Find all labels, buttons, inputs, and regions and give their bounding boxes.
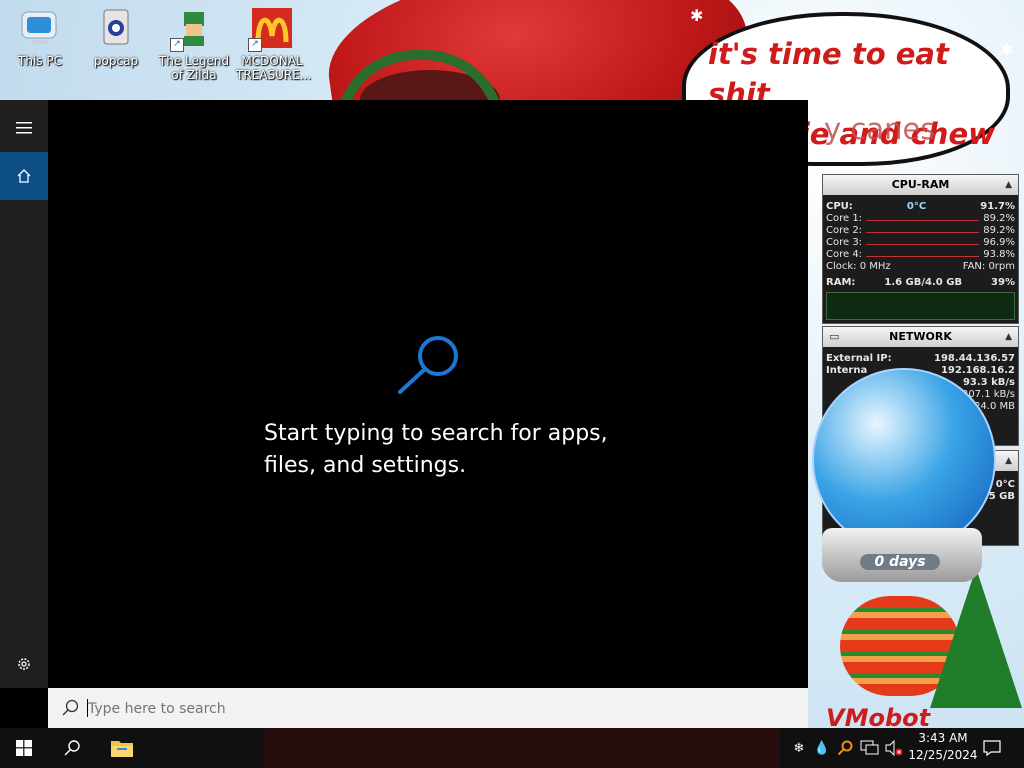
popcap-icon: [94, 6, 138, 50]
external-ip-value: 198.44.136.57: [934, 353, 1015, 364]
core-label: Core 4:: [826, 249, 863, 260]
taskbar: ❄ 💧 3:43 AM 12/25/2024: [0, 728, 1024, 768]
search-icon: [62, 699, 79, 716]
search-illustration-icon: [398, 336, 458, 394]
core-label: Core 1:: [826, 213, 863, 224]
ram-graph: [826, 292, 1015, 320]
home-button[interactable]: [0, 152, 48, 200]
taskbar-clock[interactable]: 3:43 AM 12/25/2024: [908, 730, 978, 764]
core-value: 93.8%: [983, 249, 1015, 260]
clock-date: 12/25/2024: [908, 748, 978, 762]
windows-logo-icon: [16, 740, 32, 756]
core-label: Core 2:: [826, 225, 863, 236]
taskbar-wallpaper-tint: [264, 728, 780, 768]
cpu-label: CPU:: [826, 201, 853, 212]
volume-muted-icon[interactable]: [882, 728, 906, 768]
mcdonalds-icon: ↗: [248, 6, 294, 52]
droplet-icon[interactable]: 💧: [812, 728, 832, 768]
action-center-button[interactable]: [980, 728, 1004, 768]
core-value: 96.9%: [983, 237, 1015, 248]
collapse-icon[interactable]: ▲: [1005, 451, 1012, 471]
fan-label: FAN: 0rpm: [962, 261, 1015, 272]
core-value: 89.2%: [983, 225, 1015, 236]
settings-button[interactable]: [0, 640, 48, 688]
snow-globe-label: 0 days: [860, 554, 940, 570]
core-row: Core 1: 89.2%: [823, 213, 1018, 225]
search-hint-text: Start typing to search for apps, files, …: [264, 421, 608, 478]
zilda-game-icon: ↗: [170, 6, 216, 52]
external-ip-row: External IP: 198.44.136.57: [823, 353, 1018, 365]
tray-search-app-icon[interactable]: [834, 728, 856, 768]
clock-time: 3:43 AM: [918, 731, 968, 745]
this-pc-icon: [18, 6, 62, 50]
snow-globe-overlay: 0 days: [808, 368, 1000, 588]
start-button[interactable]: [0, 728, 48, 768]
desktop-icon-label: This PC: [18, 54, 62, 68]
network-icon[interactable]: [858, 728, 882, 768]
hamburger-icon: [16, 122, 32, 134]
monitor-icon: ▭: [829, 330, 840, 343]
ram-value: 1.6 GB/4.0 GB: [884, 277, 963, 288]
ram-percent: 39%: [991, 277, 1015, 288]
christmas-tree-icon: [930, 568, 1022, 708]
shortcut-arrow-icon: ↗: [170, 38, 184, 52]
gadget-title: CPU-RAM: [891, 178, 950, 191]
start-rail: [0, 100, 48, 688]
search-box[interactable]: [48, 688, 808, 728]
desktop-icon-label: MCDONAL TREASURE...: [236, 54, 312, 82]
cpu-temp: 0°C: [906, 201, 927, 212]
clock-row: Clock: 0 MHz FAN: 0rpm: [823, 261, 1018, 273]
ram-label: RAM:: [826, 277, 856, 288]
cpu-ram-gadget[interactable]: CPU-RAM ▲ CPU: 0°C 91.7% Core 1: 89.2% Co…: [822, 174, 1019, 324]
tray-app-icon[interactable]: ❄: [788, 728, 810, 768]
home-icon: [17, 169, 31, 183]
notification-icon: [983, 740, 1001, 756]
wallpaper-signature: VMobot: [826, 704, 931, 728]
core-row: Core 2: 89.2%: [823, 225, 1018, 237]
collapse-icon[interactable]: ▲: [1005, 175, 1012, 195]
snowflake-icon: ✱: [690, 6, 704, 25]
core-row: Core 4: 93.8%: [823, 249, 1018, 261]
start-menu-search[interactable]: Start typing to search for apps, files, …: [0, 100, 808, 728]
gadget-header[interactable]: ▭ NETWORK ▲: [823, 327, 1018, 347]
hamburger-menu-button[interactable]: [0, 104, 48, 152]
external-ip-label: External IP:: [826, 353, 892, 364]
desktop-icon-mcdonalds[interactable]: ↗ MCDONAL TREASURE...: [236, 4, 312, 82]
gadget-header[interactable]: CPU-RAM ▲: [823, 175, 1018, 195]
ram-row: RAM: 1.6 GB/4.0 GB 39%: [823, 277, 1018, 289]
magnifier-orange-icon: [837, 740, 853, 756]
collapse-icon[interactable]: ▲: [1005, 327, 1012, 347]
gadget-title: NETWORK: [889, 330, 952, 343]
shortcut-arrow-icon: ↗: [248, 38, 262, 52]
desktop-icon-label: popcap: [93, 54, 139, 68]
clock-label: Clock: 0 MHz: [826, 261, 891, 272]
desktop-icon-zilda[interactable]: ↗ The Legend of Zilda: [158, 4, 230, 82]
snow-globe-glass: [812, 368, 996, 552]
core-value: 89.2%: [983, 213, 1015, 224]
search-icon: [64, 740, 80, 756]
desktop-icon-this-pc[interactable]: This PC: [4, 4, 76, 68]
cpu-row: CPU: 0°C 91.7%: [823, 201, 1018, 213]
core-row: Core 3: 96.9%: [823, 237, 1018, 249]
gear-icon: [18, 658, 30, 670]
desktop-icon-popcap[interactable]: popcap: [80, 4, 152, 68]
cpu-value: 91.7%: [980, 201, 1015, 212]
search-input[interactable]: [86, 696, 770, 722]
taskbar-search-button[interactable]: [48, 728, 96, 768]
file-explorer-button[interactable]: [98, 728, 146, 768]
folder-icon: [111, 741, 133, 757]
speech-bubble-tail-text: y canes: [824, 112, 936, 146]
core-label: Core 3:: [826, 237, 863, 248]
desktop-icon-label: The Legend of Zilda: [158, 54, 230, 82]
